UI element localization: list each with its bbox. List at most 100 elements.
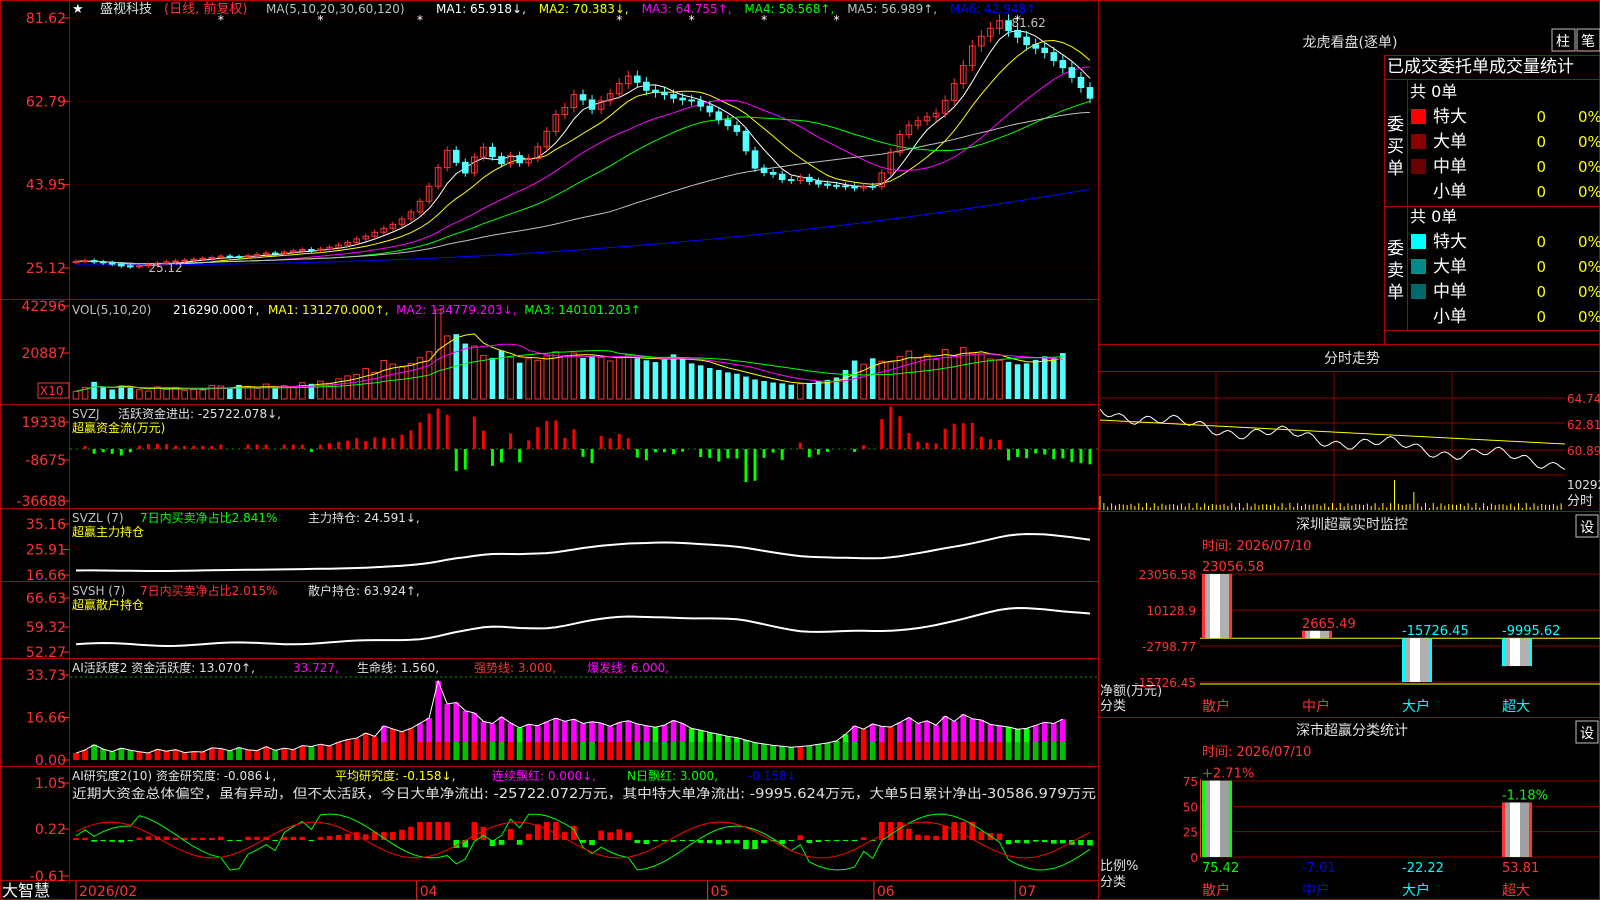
svzl-title: 超赢主力持仓: [72, 524, 144, 539]
ai1-base-bar: [335, 742, 342, 760]
sz-bar-edge: [1402, 638, 1405, 682]
svsh-ytick-label: 52.27: [26, 645, 66, 661]
ma-line-6: [76, 188, 1091, 266]
x10-label[interactable]: X10: [40, 384, 64, 398]
svzj-bar-out: [1007, 449, 1011, 461]
ai2-v5: -0.158↓: [748, 769, 797, 783]
ai1-base-bar: [453, 742, 460, 760]
svzj-bar-out: [309, 449, 313, 452]
svzj-bar-out: [490, 449, 494, 466]
stock-mode: (日线, 前复权): [164, 1, 247, 17]
ai2-bar-down: [824, 840, 831, 842]
ai2-bar-down: [688, 840, 695, 841]
ma-lines: [75, 30, 1091, 266]
sc-value-label: 75.42: [1202, 861, 1239, 876]
ai2-bar-up: [208, 837, 215, 840]
sz-bar-label: 2665.49: [1302, 617, 1356, 632]
ai1-base-bar: [815, 744, 822, 760]
vol-bar-up: [389, 363, 397, 400]
main-grid: [70, 17, 1098, 269]
vol-bar-down: [91, 381, 97, 399]
candle-down: [1014, 29, 1021, 38]
svzj-bar-in: [391, 437, 395, 449]
svzj-bar-out: [708, 449, 712, 458]
svzj-bar-in: [445, 414, 449, 449]
ai1-base-bar: [725, 742, 731, 760]
sell-row-pct: 0%: [1578, 233, 1600, 251]
star-icon[interactable]: ★: [72, 2, 84, 17]
sc-bar-edge: [1229, 780, 1232, 857]
svzj-bar-in: [536, 427, 540, 449]
vol-bar-up: [525, 358, 532, 400]
vol-bar-down: [643, 360, 650, 399]
svzj-y-axis: 19338 -8675 -36688: [16, 415, 69, 510]
ai1-base-bar: [154, 749, 161, 760]
ai2-bar-up: [172, 837, 179, 840]
svzj-bar-in: [418, 422, 422, 449]
ai2-bar-down: [842, 840, 849, 841]
ai1-ytick-label: 33.73: [26, 668, 66, 684]
ai2-bar-up: [408, 826, 414, 840]
main-y-axis: 81.62 62.79 43.95 25.12: [26, 11, 69, 277]
sc-chart: 75 50 25 0 +2.71% -1.18% 75.42 散户 -7.01 中户 -22.22 大…: [1183, 767, 1600, 899]
vol-bar-down: [227, 388, 233, 399]
svzj-bar-out: [463, 449, 467, 470]
vol-header: VOL(5,10,20) 216290.000↑, MA1: 131270.00…: [72, 303, 641, 317]
svsh-label: SVSH (7): [72, 584, 125, 598]
candle-up: [190, 258, 198, 261]
candle-down: [643, 81, 650, 91]
svzj-bar-out: [744, 449, 748, 482]
bar-mode-label[interactable]: 柱: [1556, 34, 1570, 50]
ai2-bar-up: [417, 822, 423, 840]
buy-total: 共 0单: [1410, 82, 1457, 101]
vol-bar-down: [127, 388, 134, 399]
ai1-base-bar: [435, 742, 441, 760]
ai1-ytick-label: 0.00: [35, 753, 66, 769]
sell-row-pct: 0%: [1578, 308, 1600, 326]
sz-panel: 深圳超赢实时监控 设 时间: 2026/07/10 23056.58 10128.…: [1100, 514, 1600, 715]
ai1-base-bar: [598, 742, 604, 760]
tick-mode-label[interactable]: 笔: [1581, 34, 1595, 50]
svzj-bar-in: [137, 445, 141, 449]
ai2-bar-down: [1014, 840, 1021, 843]
svsh-ytick-label: 66.63: [26, 591, 66, 607]
vol-bar-down: [725, 372, 731, 399]
sell-row-pct: 0%: [1578, 283, 1600, 301]
svzj-bar-out: [753, 449, 757, 481]
vol-bar-down: [1060, 353, 1066, 399]
sell-total: 共 0单: [1410, 207, 1457, 226]
svzl-sub2: 主力持仓: 24.591↓,: [308, 510, 420, 525]
candle-down: [787, 179, 795, 182]
buy-color-swatch: [1411, 159, 1426, 174]
sz-bar-label: 23056.58: [1202, 560, 1264, 575]
ai2-bar-up: [960, 822, 967, 840]
sc-settings-label[interactable]: 设: [1580, 726, 1594, 742]
vol-bar-down: [734, 373, 740, 399]
low-marker-label: 25.12: [148, 261, 182, 275]
ai2-bar-up: [978, 831, 985, 840]
candle-down: [806, 176, 813, 182]
svzj-bar-out: [726, 449, 730, 459]
svzj-ytick-label: 19338: [21, 415, 66, 431]
svzj-bar-out: [816, 449, 820, 455]
ai1-base-bar: [344, 742, 351, 760]
vol-bar-up: [72, 390, 80, 400]
ai1-base-bar: [761, 744, 767, 760]
candle-down: [652, 89, 659, 93]
candle-down: [815, 180, 822, 185]
ai2-bar-up: [996, 833, 1003, 840]
buy-row-name: 中单: [1433, 157, 1467, 177]
ai1-base-bar: [73, 753, 79, 760]
candle-down: [706, 105, 714, 113]
ai1-base-bar: [1032, 742, 1039, 760]
buy-vertical-char: 单: [1387, 159, 1404, 179]
svsh-line-path: [75, 606, 1091, 648]
buy-row-pct: 0%: [1578, 133, 1600, 151]
x-tick-label: 05: [711, 884, 729, 900]
vol-y-axis: 42296 20887: [21, 299, 69, 362]
svzj-bar-in: [355, 438, 359, 449]
sz-settings-label[interactable]: 设: [1580, 520, 1594, 536]
candle-down: [733, 125, 741, 132]
sc-bar-edge: [1529, 802, 1532, 857]
sell-row-name: 特大: [1433, 232, 1467, 252]
